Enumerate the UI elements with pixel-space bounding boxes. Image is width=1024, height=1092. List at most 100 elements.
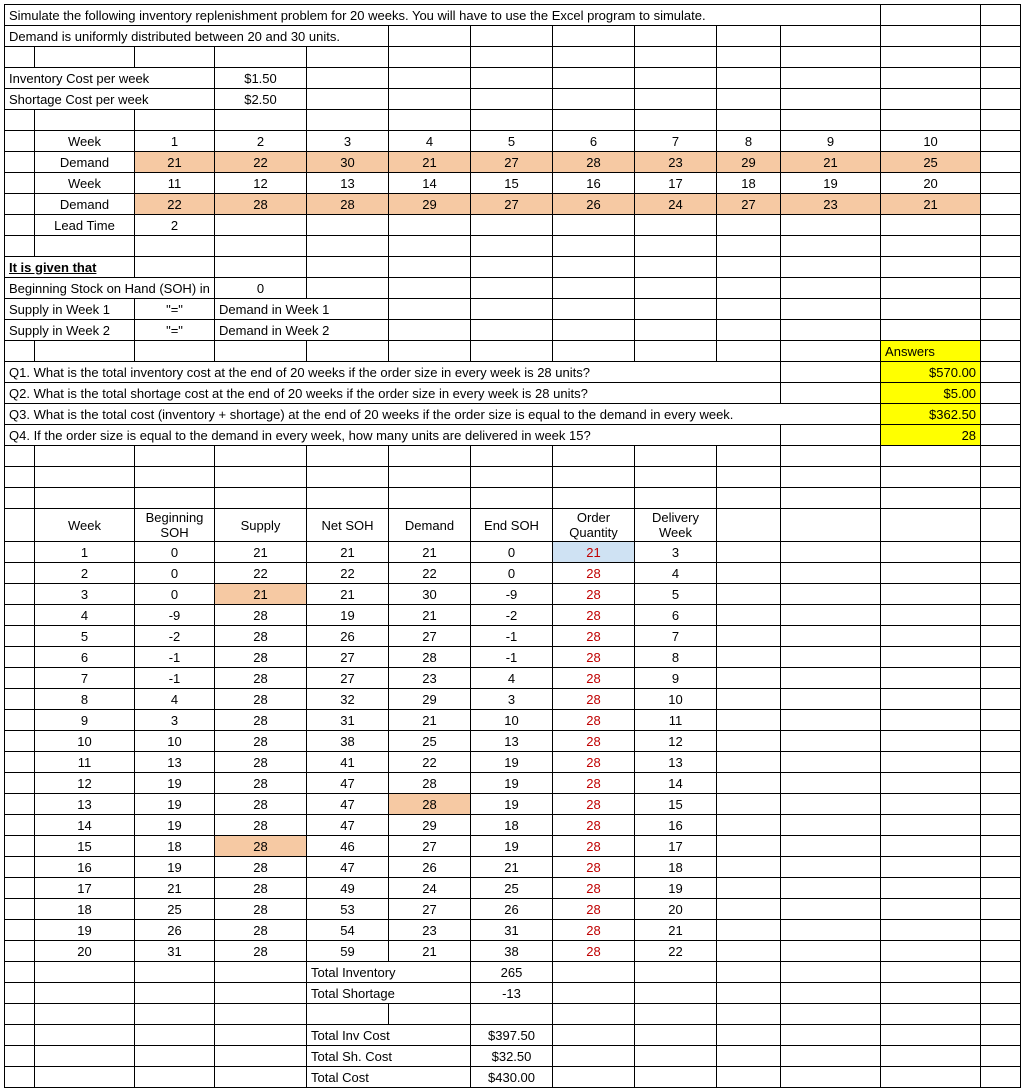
sim-supply: 28 [215,647,307,668]
week-num: 12 [215,173,307,194]
demand-cell: 23 [635,152,717,173]
week-num: 9 [781,131,881,152]
sim-beg-soh: 3 [135,710,215,731]
week-num: 15 [471,173,553,194]
sim-net-soh: 21 [307,542,389,563]
sim-delivery-week: 8 [635,647,717,668]
answer-1: $570.00 [881,362,981,383]
sim-delivery-week: 15 [635,794,717,815]
inv-cost-label: Inventory Cost per week [5,68,215,89]
col-order-qty: OrderQuantity [553,509,635,542]
sim-order-qty: 28 [553,857,635,878]
sim-delivery-week: 4 [635,563,717,584]
sim-supply: 28 [215,710,307,731]
week-num: 17 [635,173,717,194]
sim-beg-soh: 19 [135,815,215,836]
sim-beg-soh: 0 [135,542,215,563]
sim-end-soh: 18 [471,815,553,836]
sim-net-soh: 21 [307,584,389,605]
sim-delivery-week: 6 [635,605,717,626]
question-1: Q1. What is the total inventory cost at … [5,362,781,383]
sim-net-soh: 32 [307,689,389,710]
sim-beg-soh: 19 [135,857,215,878]
sim-end-soh: 19 [471,773,553,794]
demand-cell: 29 [717,152,781,173]
sim-end-soh: 13 [471,731,553,752]
sim-demand: 27 [389,899,471,920]
demand-cell: 28 [307,194,389,215]
demand-cell: 21 [881,194,981,215]
sim-week: 17 [35,878,135,899]
sim-supply: 28 [215,626,307,647]
week-label: Week [35,173,135,194]
supply-w2-label: Supply in Week 2 [5,320,135,341]
week-num: 5 [471,131,553,152]
sim-order-qty: 28 [553,836,635,857]
sim-supply: 28 [215,878,307,899]
sim-order-qty: 28 [553,794,635,815]
sim-beg-soh: 25 [135,899,215,920]
demand-cell: 22 [215,152,307,173]
sim-end-soh: -1 [471,647,553,668]
given-header: It is given that [5,257,135,278]
sim-delivery-week: 18 [635,857,717,878]
demand-cell: 24 [635,194,717,215]
sim-delivery-week: 14 [635,773,717,794]
total-inv-cost-label: Total Inv Cost [307,1025,471,1046]
sim-order-qty: 28 [553,941,635,962]
sim-week: 14 [35,815,135,836]
demand-cell: 26 [553,194,635,215]
week-num: 11 [135,173,215,194]
sim-delivery-week: 10 [635,689,717,710]
sim-delivery-week: 20 [635,899,717,920]
lead-time-value: 2 [135,215,215,236]
sim-week: 1 [35,542,135,563]
sim-week: 5 [35,626,135,647]
sim-beg-soh: 13 [135,752,215,773]
sim-demand: 28 [389,647,471,668]
sim-end-soh: 19 [471,794,553,815]
sim-supply: 21 [215,542,307,563]
sim-demand: 27 [389,626,471,647]
sim-net-soh: 19 [307,605,389,626]
sim-end-soh: 0 [471,563,553,584]
week-num: 14 [389,173,471,194]
col-demand: Demand [389,509,471,542]
sim-week: 18 [35,899,135,920]
sim-delivery-week: 17 [635,836,717,857]
sim-supply: 28 [215,941,307,962]
sim-supply: 28 [215,689,307,710]
sim-week: 19 [35,920,135,941]
eq-sign: "=" [135,299,215,320]
total-sh-cost-label: Total Sh. Cost [307,1046,471,1067]
sim-end-soh: -1 [471,626,553,647]
demand-cell: 25 [881,152,981,173]
sim-order-qty: 28 [553,878,635,899]
sim-week: 7 [35,668,135,689]
col-end-soh: End SOH [471,509,553,542]
sim-end-soh: 10 [471,710,553,731]
intro-line-1: Simulate the following inventory repleni… [5,5,881,26]
sim-end-soh: 31 [471,920,553,941]
beg-soh-label: Beginning Stock on Hand (SOH) in [5,278,215,299]
eq-sign: "=" [135,320,215,341]
sim-week: 6 [35,647,135,668]
sim-beg-soh: 19 [135,794,215,815]
sim-delivery-week: 13 [635,752,717,773]
sim-end-soh: 26 [471,899,553,920]
sim-delivery-week: 12 [635,731,717,752]
sim-delivery-week: 7 [635,626,717,647]
sim-supply: 28 [215,794,307,815]
total-sh-cost-value: $32.50 [471,1046,553,1067]
sim-end-soh: -2 [471,605,553,626]
sim-week: 10 [35,731,135,752]
sim-net-soh: 47 [307,815,389,836]
sim-week: 4 [35,605,135,626]
sim-supply: 28 [215,836,307,857]
demand-cell: 28 [553,152,635,173]
sim-beg-soh: -1 [135,647,215,668]
sim-order-qty: 28 [553,710,635,731]
week-num: 2 [215,131,307,152]
total-shortage-value: -13 [471,983,553,1004]
sim-demand: 23 [389,920,471,941]
